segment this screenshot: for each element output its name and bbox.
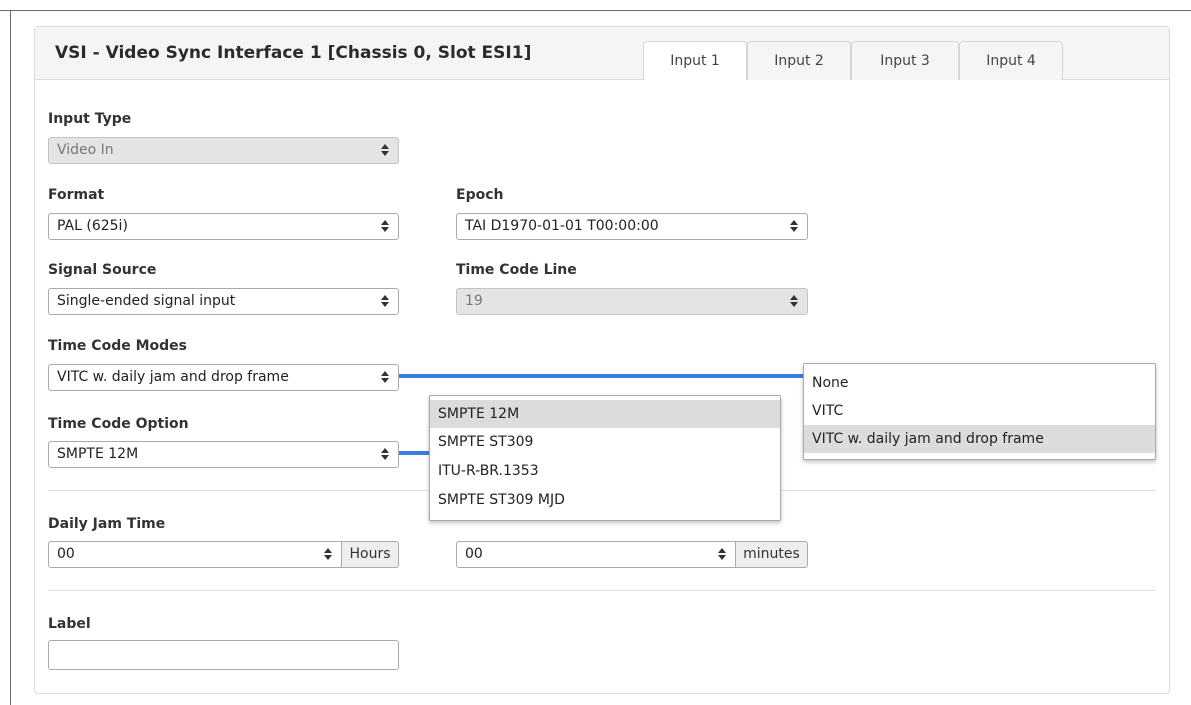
epoch-select[interactable]: TAI D1970-01-01 T00:00:00 xyxy=(456,213,808,240)
jam-minutes-value: 00 xyxy=(465,546,483,562)
jam-hours-value: 00 xyxy=(57,546,75,562)
window-left-border xyxy=(10,10,11,705)
tab-input-4[interactable]: Input 4 xyxy=(959,41,1063,80)
option-none[interactable]: None xyxy=(804,369,1155,397)
select-arrows-icon xyxy=(790,295,798,307)
select-arrows-icon xyxy=(381,371,389,383)
select-arrows-icon xyxy=(790,220,798,232)
time-code-modes-select[interactable]: VITC w. daily jam and drop frame xyxy=(48,364,399,391)
time-code-line-value: 19 xyxy=(465,293,483,309)
input-type-select[interactable]: Video In xyxy=(48,137,399,164)
tab-input-3[interactable]: Input 3 xyxy=(851,41,959,80)
tab-input-2[interactable]: Input 2 xyxy=(747,41,851,80)
input-type-label: Input Type xyxy=(48,111,132,127)
option-smpte-12m[interactable]: SMPTE 12M xyxy=(430,400,780,428)
time-code-option-value: SMPTE 12M xyxy=(57,446,139,462)
option-vitc-daily-jam-drop-frame[interactable]: VITC w. daily jam and drop frame xyxy=(804,425,1155,453)
daily-jam-time-label: Daily Jam Time xyxy=(48,516,166,532)
epoch-value: TAI D1970-01-01 T00:00:00 xyxy=(465,218,659,234)
format-value: PAL (625i) xyxy=(57,218,128,234)
time-code-option-select[interactable]: SMPTE 12M xyxy=(48,441,399,468)
signal-source-value: Single-ended signal input xyxy=(57,293,236,309)
input-type-value: Video In xyxy=(57,142,114,158)
signal-source-select[interactable]: Single-ended signal input xyxy=(48,288,399,315)
option-itu-r-br-1353[interactable]: ITU-R-BR.1353 xyxy=(430,457,780,485)
select-arrows-icon xyxy=(381,295,389,307)
time-code-option-dropdown: SMPTE 12M SMPTE ST309 ITU-R-BR.1353 SMPT… xyxy=(429,395,781,521)
format-select[interactable]: PAL (625i) xyxy=(48,213,399,240)
time-code-modes-label: Time Code Modes xyxy=(48,338,187,354)
select-arrows-icon xyxy=(381,144,389,156)
time-code-line-select[interactable]: 19 xyxy=(456,288,808,315)
jam-minutes-select[interactable]: 00 xyxy=(456,541,736,568)
jam-hours-select[interactable]: 00 xyxy=(48,541,342,568)
minutes-unit-addon: minutes xyxy=(736,541,808,568)
select-arrows-icon xyxy=(381,448,389,460)
time-code-modes-value: VITC w. daily jam and drop frame xyxy=(57,369,289,385)
select-arrows-icon xyxy=(381,220,389,232)
time-code-option-connector xyxy=(399,451,431,455)
window-top-border xyxy=(0,10,1191,11)
signal-source-label: Signal Source xyxy=(48,262,157,278)
section-divider xyxy=(48,590,1156,591)
time-code-modes-connector xyxy=(399,374,804,378)
epoch-label: Epoch xyxy=(456,187,504,203)
panel-title: VSI - Video Sync Interface 1 [Chassis 0,… xyxy=(55,43,532,63)
time-code-line-label: Time Code Line xyxy=(456,262,577,278)
select-arrows-icon xyxy=(718,548,726,560)
label-field-label: Label xyxy=(48,616,91,632)
option-smpte-st309-mjd[interactable]: SMPTE ST309 MJD xyxy=(430,486,780,514)
label-input[interactable] xyxy=(48,640,399,670)
option-vitc[interactable]: VITC xyxy=(804,397,1155,425)
time-code-option-label: Time Code Option xyxy=(48,416,189,432)
format-label: Format xyxy=(48,187,105,203)
select-arrows-icon xyxy=(324,548,332,560)
tab-input-1[interactable]: Input 1 xyxy=(643,41,747,80)
panel-header: VSI - Video Sync Interface 1 [Chassis 0,… xyxy=(35,27,1169,80)
time-code-modes-dropdown: None VITC VITC w. daily jam and drop fra… xyxy=(803,363,1156,460)
vsi-panel: VSI - Video Sync Interface 1 [Chassis 0,… xyxy=(34,26,1170,694)
option-smpte-st309[interactable]: SMPTE ST309 xyxy=(430,428,780,456)
hours-unit-addon: Hours xyxy=(342,541,399,568)
